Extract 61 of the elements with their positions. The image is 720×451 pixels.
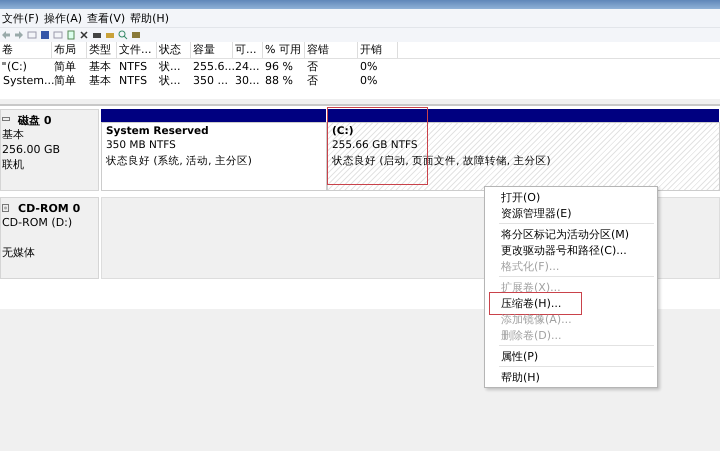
context-menu-item[interactable]: 将分区标记为活动分区(M)	[501, 226, 630, 242]
disk-name: 磁盘 0	[18, 112, 52, 128]
column-header[interactable]: 卷	[0, 42, 52, 58]
partition-status: 状态良好 (系统, 活动, 主分区)	[106, 154, 253, 169]
table-cell: 基本	[89, 58, 111, 74]
table-cell: 状...	[159, 58, 180, 74]
close-icon[interactable]	[79, 30, 89, 40]
menu-item[interactable]: 帮助(H)	[128, 10, 172, 26]
column-header[interactable]: 文件...	[117, 42, 157, 58]
column-header[interactable]: 类型	[87, 42, 117, 58]
table-cell: 否	[307, 72, 318, 88]
table-cell: 350 ...	[193, 74, 228, 86]
table-cell: 简单	[54, 58, 76, 74]
context-menu-item[interactable]: 压缩卷(H)...	[501, 296, 562, 310]
disk-info: CD-ROM (D:)	[2, 215, 74, 230]
column-header[interactable]: 状态	[157, 42, 191, 58]
disk-info: 联机	[2, 157, 25, 172]
partition-block[interactable]: System Reserved 350 MB NTFS 状态良好 (系统, 活动, 主分区)	[101, 122, 327, 191]
partition-title: (C:)	[332, 125, 355, 139]
table-cell: 24...	[235, 60, 260, 72]
column-header[interactable]: % 可用	[263, 42, 305, 58]
context-menu-item[interactable]: 资源管理器(E)	[501, 206, 572, 220]
table-cell: 简单	[54, 72, 76, 88]
back-arrow-icon[interactable]	[1, 30, 11, 40]
table-cell: 否	[307, 58, 318, 74]
column-header[interactable]: 容错	[305, 42, 358, 58]
table-cell: 96 %	[265, 60, 293, 72]
table-cell: 88 %	[265, 74, 293, 86]
disk-info: 基本	[2, 127, 25, 142]
menu-item[interactable]: 查看(V)	[85, 10, 128, 26]
context-menu-item[interactable]: 更改驱动器号和路径(C)...	[501, 242, 627, 258]
table-cell: NTFS	[119, 74, 148, 86]
disk-info: 256.00 GB	[2, 142, 62, 157]
column-header[interactable]: 开销	[358, 42, 398, 58]
context-menu-item[interactable]: 打开(O)	[501, 190, 540, 204]
disk-name: CD-ROM 0	[18, 202, 80, 214]
table-cell: 状...	[159, 72, 180, 88]
partition-size: 350 MB NTFS	[106, 139, 177, 153]
context-menu-item[interactable]: 属性(P)	[501, 348, 538, 364]
table-cell: 基本	[89, 72, 111, 88]
table-cell: 0%	[360, 74, 378, 86]
forward-arrow-icon[interactable]	[14, 30, 24, 40]
column-header[interactable]: 布局	[52, 42, 87, 58]
table-cell: 30...	[235, 74, 260, 86]
help-icon[interactable]	[40, 30, 50, 40]
document-icon[interactable]	[66, 30, 76, 40]
context-menu-item[interactable]: 帮助(H)	[501, 370, 540, 384]
menu-item[interactable]: 文件(F)	[0, 10, 42, 26]
table-cell: NTFS	[119, 60, 148, 72]
partition-size: 255.66 GB NTFS	[332, 139, 419, 153]
table-cell: System...	[3, 74, 55, 86]
disk-info: 无媒体	[2, 245, 36, 260]
volume-icon	[2, 62, 6, 66]
table-cell: (C:)	[7, 60, 27, 72]
column-header[interactable]: 容量	[191, 42, 233, 58]
table-cell: 255.6...	[193, 60, 235, 72]
column-header[interactable]: 可...	[233, 42, 263, 58]
partition-title: System Reserved	[106, 125, 210, 139]
table-cell: 0%	[360, 60, 378, 72]
menu-item[interactable]: 操作(A)	[42, 10, 86, 26]
magnifier-icon[interactable]	[118, 30, 128, 40]
